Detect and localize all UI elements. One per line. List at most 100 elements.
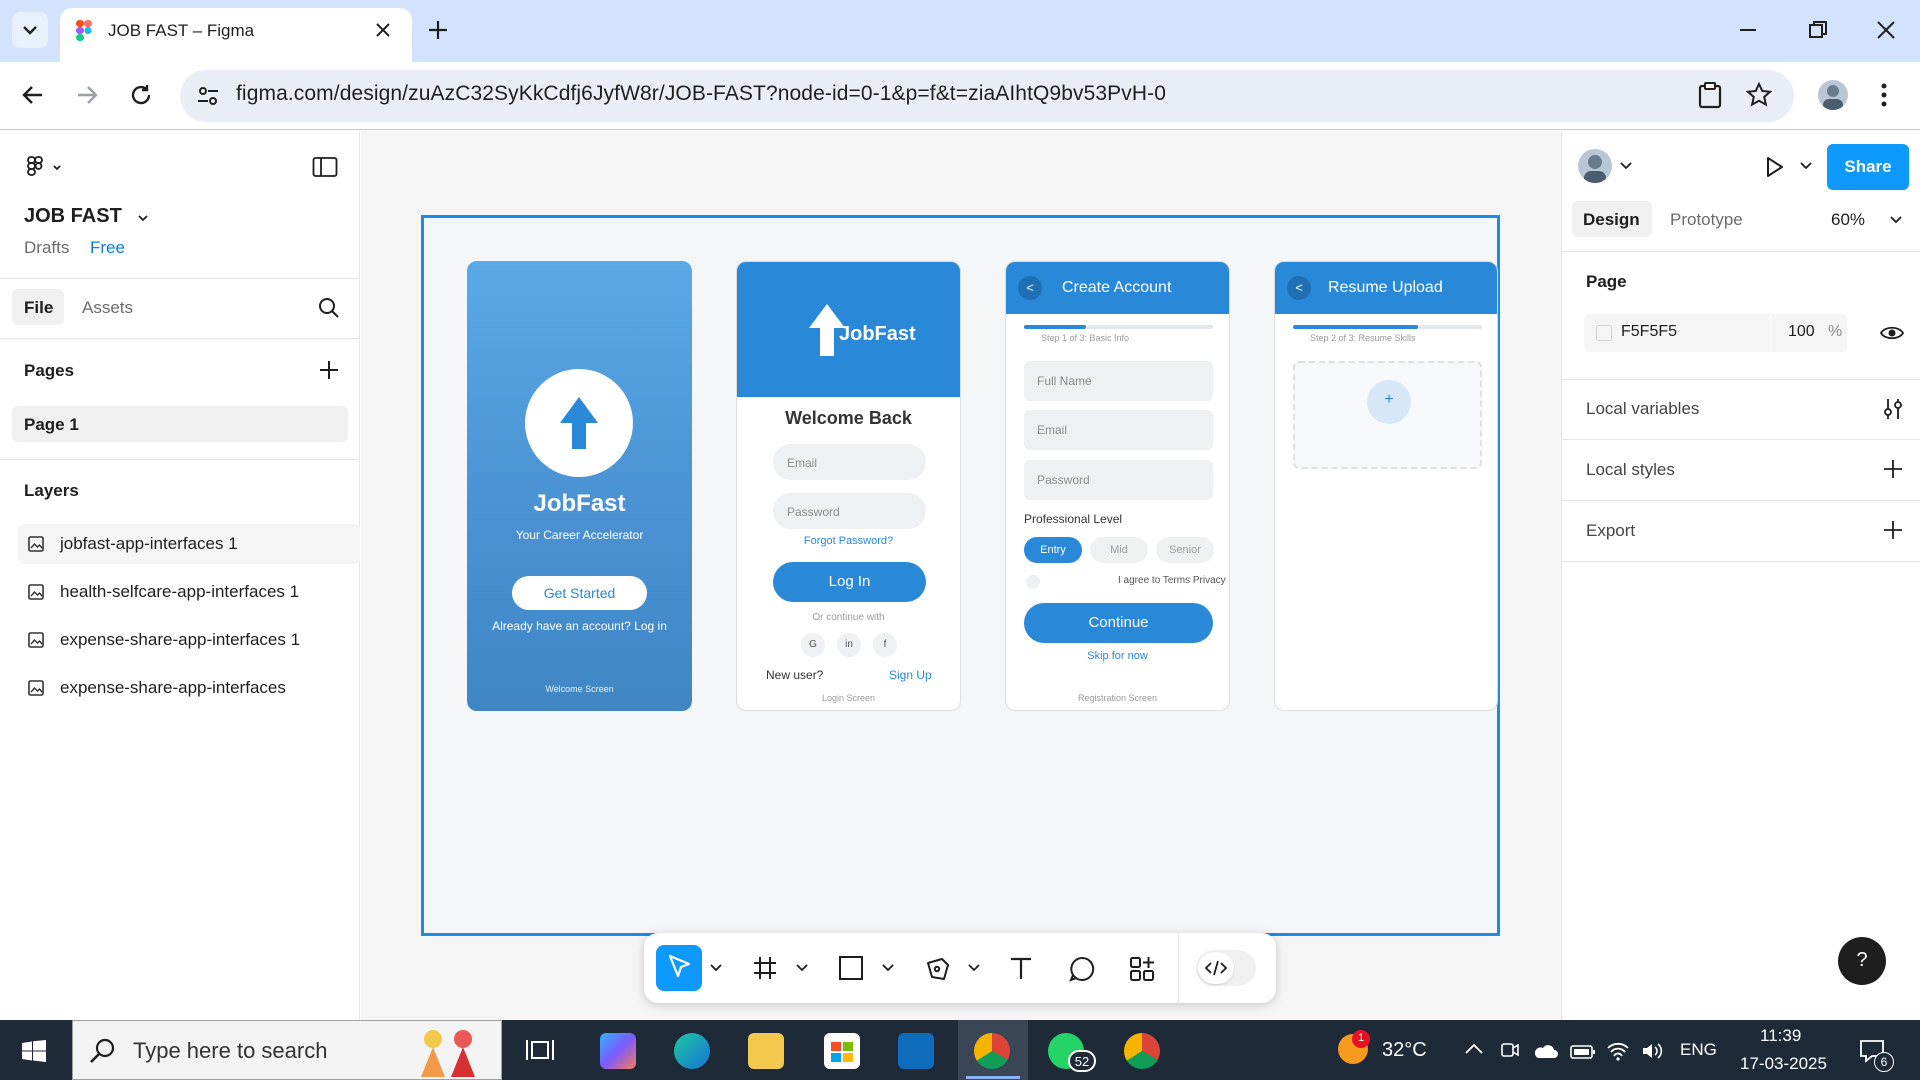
- register-email-field[interactable]: Email: [1024, 410, 1213, 450]
- avatar-chevron-icon[interactable]: [1620, 161, 1632, 171]
- clock-date[interactable]: 17-03-2025: [1740, 1054, 1827, 1074]
- volume-icon[interactable]: [1640, 1040, 1664, 1062]
- windows-start-icon[interactable]: [22, 1040, 46, 1062]
- layer-row[interactable]: health-selfcare-app-interfaces 1: [18, 572, 360, 612]
- onedrive-icon[interactable]: [1532, 1042, 1558, 1060]
- present-play-icon[interactable]: [1762, 155, 1786, 179]
- profile-avatar[interactable]: [1818, 80, 1848, 110]
- edge-icon[interactable]: [674, 1033, 710, 1069]
- copilot-icon[interactable]: [600, 1033, 636, 1069]
- tab-assets[interactable]: Assets: [82, 298, 133, 318]
- page-opacity[interactable]: 100: [1788, 323, 1815, 341]
- add-style-icon[interactable]: [1882, 458, 1904, 480]
- signup-link[interactable]: Sign Up: [889, 668, 932, 682]
- register-password-field[interactable]: Password: [1024, 460, 1213, 500]
- skip-link[interactable]: Skip for now: [1006, 650, 1229, 662]
- agree-checkbox[interactable]: [1026, 575, 1040, 589]
- taskbar-search-box[interactable]: Type here to search: [72, 1020, 502, 1080]
- forward-icon[interactable]: [74, 82, 100, 108]
- layer-row[interactable]: expense-share-app-interfaces 1: [18, 620, 360, 660]
- level-entry-chip[interactable]: Entry: [1024, 537, 1082, 563]
- tab-search-chevron-icon[interactable]: [12, 12, 48, 48]
- login-email-field[interactable]: Email: [773, 444, 926, 480]
- pen-tool-icon[interactable]: [924, 955, 952, 983]
- level-mid-chip[interactable]: Mid: [1090, 537, 1148, 563]
- battery-icon[interactable]: [1570, 1044, 1596, 1060]
- google-button[interactable]: G: [801, 633, 825, 657]
- weather-temperature[interactable]: 32°C: [1382, 1039, 1427, 1062]
- file-name[interactable]: JOB FAST: [24, 205, 122, 228]
- back-icon[interactable]: [20, 82, 46, 108]
- shape-tool-chevron-icon[interactable]: [882, 963, 894, 973]
- login-button[interactable]: Log In: [773, 562, 926, 602]
- url-text[interactable]: figma.com/design/zuAzC32SyKkCdfj6JyfW8r/…: [236, 82, 1166, 106]
- upload-plus-button[interactable]: +: [1367, 380, 1411, 424]
- clock-time[interactable]: 11:39: [1760, 1026, 1801, 1046]
- add-export-icon[interactable]: [1882, 519, 1904, 541]
- full-name-field[interactable]: Full Name: [1024, 361, 1213, 401]
- text-tool-icon[interactable]: [1008, 955, 1034, 981]
- outlook-icon[interactable]: [898, 1033, 934, 1069]
- forgot-password-link[interactable]: Forgot Password?: [737, 535, 960, 547]
- tab-file[interactable]: File: [12, 289, 64, 325]
- zoom-chevron-icon[interactable]: [1890, 215, 1902, 225]
- visibility-eye-icon[interactable]: [1880, 323, 1904, 343]
- microsoft-store-icon[interactable]: [824, 1033, 860, 1069]
- tab-design[interactable]: Design: [1572, 201, 1652, 237]
- export-label[interactable]: Export: [1586, 521, 1635, 541]
- upload-dropzone[interactable]: +: [1293, 361, 1482, 469]
- restore-icon[interactable]: [1806, 18, 1830, 42]
- move-tool-chevron-icon[interactable]: [710, 963, 722, 973]
- rectangle-tool-icon[interactable]: [838, 955, 864, 981]
- clipboard-icon[interactable]: [1697, 81, 1723, 109]
- project-location[interactable]: Drafts: [24, 238, 69, 258]
- login-password-field[interactable]: Password: [773, 493, 926, 529]
- browser-menu-icon[interactable]: [1880, 82, 1888, 108]
- search-icon[interactable]: [318, 297, 340, 319]
- toggle-sidebar-icon[interactable]: [312, 156, 338, 178]
- get-started-button[interactable]: Get Started: [512, 576, 647, 610]
- dev-mode-toggle[interactable]: [1196, 950, 1256, 986]
- tab-prototype[interactable]: Prototype: [1670, 210, 1743, 230]
- level-senior-chip[interactable]: Senior: [1156, 537, 1214, 563]
- layer-row[interactable]: jobfast-app-interfaces 1: [18, 524, 360, 564]
- back-button[interactable]: <: [1287, 276, 1311, 300]
- new-tab-icon[interactable]: [426, 18, 450, 42]
- close-tab-icon[interactable]: [372, 19, 394, 41]
- back-button[interactable]: <: [1018, 276, 1042, 300]
- help-button[interactable]: ?: [1838, 937, 1886, 985]
- input-language[interactable]: ENG: [1680, 1040, 1717, 1060]
- file-name-chevron-icon[interactable]: [136, 211, 150, 225]
- facebook-button[interactable]: f: [873, 633, 897, 657]
- reload-icon[interactable]: [128, 82, 154, 108]
- present-chevron-icon[interactable]: [1800, 161, 1812, 171]
- show-hidden-icons-icon[interactable]: [1464, 1042, 1484, 1056]
- collaborator-avatar[interactable]: [1578, 149, 1612, 183]
- site-settings-icon[interactable]: [196, 84, 220, 108]
- minimize-icon[interactable]: [1736, 18, 1760, 42]
- meet-icon[interactable]: [1500, 1040, 1520, 1060]
- comment-tool-icon[interactable]: [1068, 955, 1096, 983]
- local-styles-label[interactable]: Local styles: [1586, 460, 1675, 480]
- pen-tool-chevron-icon[interactable]: [968, 963, 980, 973]
- add-page-icon[interactable]: [318, 359, 340, 381]
- task-view-icon[interactable]: [524, 1034, 560, 1070]
- close-window-icon[interactable]: [1874, 18, 1898, 42]
- actions-tool-icon[interactable]: [1128, 955, 1156, 983]
- zoom-level[interactable]: 60%: [1831, 210, 1865, 230]
- plan-badge[interactable]: Free: [90, 238, 125, 258]
- linkedin-button[interactable]: in: [837, 633, 861, 657]
- color-swatch[interactable]: [1596, 325, 1612, 341]
- frame-tool-icon[interactable]: [752, 955, 778, 981]
- local-variables-label[interactable]: Local variables: [1586, 399, 1699, 419]
- move-tool-button[interactable]: [656, 945, 702, 991]
- chrome-icon[interactable]: [974, 1033, 1010, 1069]
- frame-tool-chevron-icon[interactable]: [796, 963, 808, 973]
- page-item-page-1[interactable]: Page 1: [12, 406, 348, 442]
- continue-button[interactable]: Continue: [1024, 603, 1213, 643]
- variables-sliders-icon[interactable]: [1882, 397, 1904, 421]
- figma-main-menu-icon[interactable]: [26, 156, 66, 180]
- page-color-hex[interactable]: F5F5F5: [1621, 323, 1677, 341]
- bookmark-star-icon[interactable]: [1745, 81, 1773, 109]
- layer-row[interactable]: expense-share-app-interfaces: [18, 668, 360, 708]
